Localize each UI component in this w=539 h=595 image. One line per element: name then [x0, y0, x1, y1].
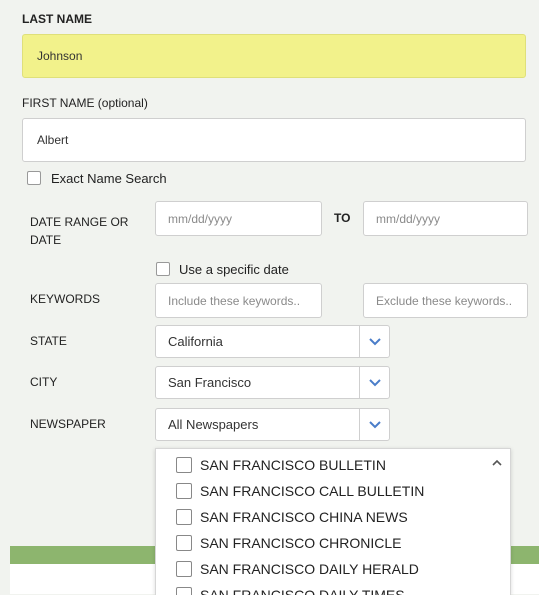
- keywords-include-input[interactable]: Include these keywords..: [155, 283, 322, 318]
- keywords-label: KEYWORDS: [30, 292, 101, 306]
- newspaper-dropdown-list[interactable]: SAN FRANCISCO BULLETIN SAN FRANCISCO CAL…: [155, 448, 511, 595]
- newspaper-option-checkbox[interactable]: [176, 483, 192, 499]
- list-item[interactable]: SAN FRANCISCO CALL BULLETIN: [176, 479, 424, 503]
- specific-date-checkbox[interactable]: [156, 262, 170, 276]
- city-dropdown-button[interactable]: [359, 367, 389, 398]
- newspaper-label: NEWSPAPER: [30, 417, 106, 431]
- newspaper-option-label: SAN FRANCISCO CHINA NEWS: [200, 509, 408, 525]
- newspaper-option-checkbox[interactable]: [176, 457, 192, 473]
- last-name-input[interactable]: Johnson: [22, 34, 526, 78]
- newspaper-option-label: SAN FRANCISCO DAILY HERALD: [200, 561, 419, 577]
- date-to-input[interactable]: mm/dd/yyyy: [363, 201, 528, 236]
- last-name-label: LAST NAME: [22, 12, 92, 26]
- date-from-input[interactable]: mm/dd/yyyy: [155, 201, 322, 236]
- keywords-include-placeholder: Include these keywords..: [168, 293, 301, 308]
- newspaper-option-label: SAN FRANCISCO CALL BULLETIN: [200, 483, 425, 499]
- chevron-down-icon: [368, 337, 381, 345]
- newspaper-option-label: SAN FRANCISCO BULLETIN: [200, 457, 386, 473]
- city-select[interactable]: San Francisco: [155, 366, 390, 399]
- city-label: CITY: [30, 375, 58, 389]
- newspaper-option-checkbox[interactable]: [176, 509, 192, 525]
- date-to-label: TO: [334, 211, 351, 225]
- specific-date-label: Use a specific date: [179, 262, 289, 277]
- state-dropdown-button[interactable]: [359, 326, 389, 357]
- list-item[interactable]: SAN FRANCISCO DAILY HERALD: [176, 557, 419, 581]
- first-name-label: FIRST NAME (optional): [22, 96, 148, 110]
- date-from-placeholder: mm/dd/yyyy: [168, 211, 233, 226]
- newspaper-dropdown-button[interactable]: [359, 409, 389, 440]
- chevron-down-icon: [368, 420, 381, 428]
- last-name-value: Johnson: [37, 49, 83, 63]
- newspaper-select[interactable]: All Newspapers: [155, 408, 390, 441]
- first-name-value: Albert: [37, 133, 69, 147]
- list-item[interactable]: SAN FRANCISCO BULLETIN: [176, 453, 386, 477]
- date-range-label: DATE RANGE OR DATE: [30, 215, 129, 247]
- newspaper-option-checkbox[interactable]: [176, 535, 192, 551]
- newspaper-value: All Newspapers: [168, 417, 259, 432]
- date-to-placeholder: mm/dd/yyyy: [376, 211, 441, 226]
- first-name-input[interactable]: Albert: [22, 118, 526, 162]
- state-label: STATE: [30, 334, 67, 348]
- chevron-up-icon: [492, 459, 502, 466]
- city-value: San Francisco: [168, 375, 252, 390]
- keywords-exclude-input[interactable]: Exclude these keywords..: [363, 283, 528, 318]
- exact-name-label: Exact Name Search: [51, 171, 167, 186]
- state-select[interactable]: California: [155, 325, 390, 358]
- state-value: California: [168, 334, 223, 349]
- list-item[interactable]: SAN FRANCISCO CHINA NEWS: [176, 505, 408, 529]
- exact-name-checkbox[interactable]: [27, 171, 41, 185]
- newspaper-option-label: SAN FRANCISCO CHRONICLE: [200, 535, 402, 551]
- scroll-up-button[interactable]: [492, 453, 502, 471]
- list-item[interactable]: SAN FRANCISCO DAILY TIMES: [176, 583, 405, 595]
- newspaper-option-checkbox[interactable]: [176, 561, 192, 577]
- list-item[interactable]: SAN FRANCISCO CHRONICLE: [176, 531, 401, 555]
- chevron-down-icon: [368, 378, 381, 386]
- keywords-exclude-placeholder: Exclude these keywords..: [376, 293, 513, 308]
